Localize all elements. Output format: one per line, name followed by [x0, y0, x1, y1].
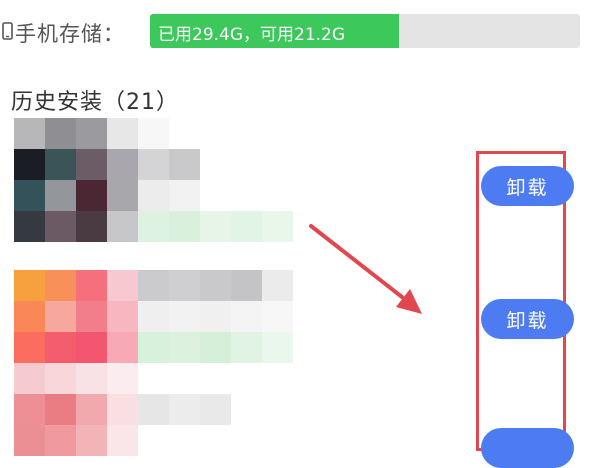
annotation-arrow: [309, 224, 422, 314]
